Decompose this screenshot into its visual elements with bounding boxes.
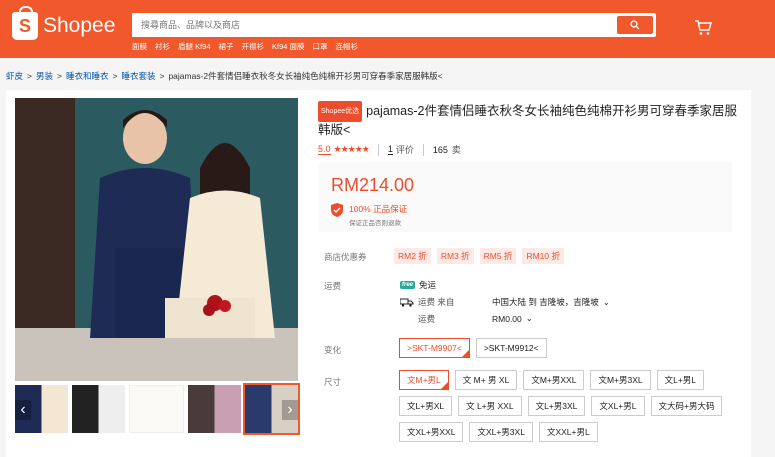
search-button[interactable] <box>617 16 653 34</box>
couple-photo <box>15 98 298 381</box>
breadcrumb-link[interactable]: 男装 <box>36 71 53 81</box>
breadcrumb-separator: > <box>159 71 165 81</box>
hot-keyword[interactable]: Kf94 面膜 <box>272 41 305 52</box>
logo-text: Shopee <box>43 14 116 37</box>
size-option[interactable]: 文XXL+男L <box>538 422 598 442</box>
truck-icon <box>400 298 414 307</box>
free-shipping-text: 免运 <box>419 280 437 290</box>
shopee-logo[interactable]: S Shopee <box>12 6 116 40</box>
thumbnail-3[interactable] <box>129 385 184 433</box>
size-option[interactable]: 文 M+ 男 XL <box>454 370 518 390</box>
ship-from-label: 运费 来自 <box>418 297 455 307</box>
hot-keyword[interactable]: 口罩 <box>313 41 328 52</box>
size-option[interactable]: 文XL+男L <box>591 396 645 416</box>
ship-from-row: 运费 来自 <box>400 296 454 308</box>
cart-icon <box>695 20 712 35</box>
hot-keyword[interactable]: 连帽衫 <box>336 41 359 52</box>
shopping-bag-icon: S <box>12 6 38 40</box>
breadcrumb-link[interactable]: 睡衣和睡衣 <box>66 71 109 81</box>
divider <box>377 143 379 156</box>
hot-keyword[interactable]: 盾腿 Kf94 <box>178 41 211 52</box>
ship-fee-text: RM0.00 <box>492 313 522 324</box>
ship-fee-row: 运费 <box>418 313 435 325</box>
thumbnail-2[interactable] <box>72 385 125 433</box>
breadcrumb-link[interactable]: 睡衣套装 <box>121 71 155 81</box>
size-options: 文M+男L 文 M+ 男 XL 文M+男XXL 文M+男3XL 文L+男L 文L… <box>399 370 739 442</box>
size-label: 尺寸 <box>324 377 342 387</box>
search-icon <box>630 20 640 30</box>
rating-label: 评价 <box>395 145 414 155</box>
size-option[interactable]: 文 L+男 XXL <box>458 396 522 416</box>
chevron-down-icon: ⌄ <box>602 296 610 307</box>
size-option[interactable]: 文M+男3XL <box>590 370 651 390</box>
preferred-badge: Shopee优选 <box>318 101 363 122</box>
breadcrumb: 虾皮 > 男装 > 睡衣和睡衣 > 睡衣套装 > pajamas-2件套情侣睡衣秋冬女长袖纯色纯… <box>6 70 443 82</box>
thumbnail-strip <box>15 383 300 435</box>
rating-row: 5.0 ★★★★★ 1 评价 165 卖 <box>318 143 461 156</box>
size-option[interactable]: 文L+男XL <box>399 396 453 416</box>
voucher-tag[interactable]: RM2 折 <box>394 248 431 264</box>
ship-from-value[interactable]: 中国大陆 到 吉隆坡，吉隆坡 ⌄ <box>492 296 610 308</box>
shipping-label: 运费 <box>324 281 342 291</box>
breadcrumb-current: pajamas-2件套情侣睡衣秋冬女长袖纯色纯棉开衫男可穿春季家居服韩版< <box>168 71 443 81</box>
guarantee-title: 100% 正品保证 <box>349 204 408 214</box>
hot-keyword[interactable]: 裙子 <box>219 41 234 52</box>
voucher-tag[interactable]: RM5 折 <box>479 248 517 264</box>
voucher-tag[interactable]: RM3 折 <box>436 248 474 264</box>
variation-option[interactable]: >SKT-M9907< <box>399 338 470 358</box>
free-shipping: free 免运 <box>400 279 436 291</box>
search-bar <box>132 13 656 37</box>
size-option[interactable]: 文L+男L <box>656 370 705 390</box>
size-option[interactable]: 文M+男XXL <box>523 370 585 390</box>
divider <box>422 143 424 156</box>
ship-from-text: 中国大陆 到 吉隆坡，吉隆坡 <box>492 297 599 307</box>
breadcrumb-separator: > <box>57 71 62 81</box>
size-option[interactable]: 文XL+男XXL <box>399 422 464 442</box>
thumbnail-prev-button[interactable]: ‹ <box>15 400 31 420</box>
chevron-right-icon: › <box>287 401 293 418</box>
voucher-label: 商店优惠券 <box>324 252 367 262</box>
voucher-list: RM2 折 RM3 折 RM5 折 RM10 折 <box>394 248 564 264</box>
variation-option[interactable]: >SKT-M9912< <box>475 338 547 358</box>
rating-count[interactable]: 1 <box>387 144 393 155</box>
thumbnail-next-button[interactable]: › <box>282 400 298 420</box>
search-input[interactable] <box>132 13 612 37</box>
sold-count: 165 <box>432 144 448 155</box>
price-box: RM214.00 100% 正品保证 保证正品否则退款 <box>318 162 732 232</box>
chevron-left-icon: ‹ <box>20 401 26 418</box>
guarantee-subtitle: 保证正品否则退款 <box>349 220 401 227</box>
chevron-down-icon: ⌄ <box>525 313 533 323</box>
header-bar: S Shopee 面膜 衬衫 盾腿 Kf94 裙子 开襟衫 Kf94 面膜 口罩… <box>0 0 775 58</box>
product-price: RM214.00 <box>331 175 415 195</box>
product-title: Shopee优选 pajamas-2件套情侣睡衣秋冬女长袖纯色纯棉开衫男可穿春季家… <box>318 101 738 139</box>
ship-fee-label: 运费 <box>418 314 436 324</box>
thumbnail-4[interactable] <box>188 385 241 433</box>
breadcrumb-link[interactable]: 虾皮 <box>6 71 23 81</box>
hot-keywords: 面膜 衬衫 盾腿 Kf94 裙子 开襟衫 Kf94 面膜 口罩 连帽衫 <box>132 41 358 52</box>
size-option[interactable]: 文XL+男3XL <box>469 422 533 442</box>
variation-options: >SKT-M9907< >SKT-M9912< <box>399 338 739 358</box>
shield-icon <box>331 203 343 217</box>
size-option[interactable]: 文M+男L <box>399 370 449 390</box>
free-shipping-icon: free <box>400 281 416 289</box>
product-title-text: pajamas-2件套情侣睡衣秋冬女长袖纯色纯棉开衫男可穿春季家居服韩版< <box>318 104 738 137</box>
breadcrumb-separator: > <box>112 71 118 81</box>
product-main-image[interactable] <box>15 98 298 381</box>
voucher-tag[interactable]: RM10 折 <box>522 248 564 264</box>
authenticity-guarantee[interactable]: 100% 正品保证 保证正品否则退款 <box>331 203 407 227</box>
ship-fee-value[interactable]: RM0.00 ⌄ <box>492 313 533 324</box>
size-option[interactable]: 文L+男3XL <box>527 396 586 416</box>
variation-label: 变化 <box>324 345 342 355</box>
star-icons: ★★★★★ <box>333 144 370 154</box>
cart-button[interactable] <box>694 20 712 41</box>
hot-keyword[interactable]: 开襟衫 <box>242 41 265 52</box>
rating-value[interactable]: 5.0 <box>318 144 331 155</box>
sold-label: 卖 <box>451 145 461 155</box>
hot-keyword[interactable]: 面膜 <box>132 41 147 52</box>
size-option[interactable]: 文大码+男大码 <box>650 396 723 416</box>
breadcrumb-separator: > <box>27 71 32 81</box>
hot-keyword[interactable]: 衬衫 <box>155 41 170 52</box>
